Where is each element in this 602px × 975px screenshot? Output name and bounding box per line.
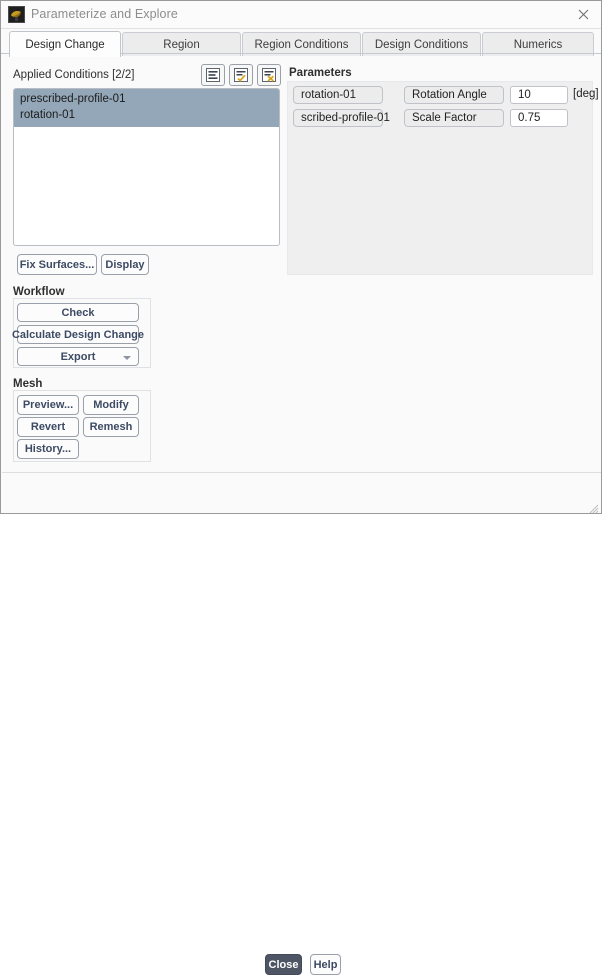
preview-button[interactable]: Preview... <box>17 395 79 415</box>
display-button[interactable]: Display <box>101 254 149 275</box>
deselect-list-icon[interactable] <box>257 64 281 86</box>
window-title: Parameterize and Explore <box>31 7 178 21</box>
modify-button[interactable]: Modify <box>83 395 139 415</box>
workflow-label: Workflow <box>13 286 65 298</box>
export-button-label: Export <box>60 350 96 363</box>
parameter-value-input[interactable]: 10 <box>510 86 568 104</box>
parameter-type-field[interactable]: Scale Factor <box>404 109 504 127</box>
resize-grip[interactable] <box>589 501 599 514</box>
parameters-label: Parameters <box>289 67 352 79</box>
footer-bar: Close Help <box>2 473 601 975</box>
revert-button[interactable]: Revert <box>17 417 79 437</box>
check-button[interactable]: Check <box>17 303 139 322</box>
applied-conditions-label: Applied Conditions [2/2] <box>13 69 135 81</box>
applied-conditions-list[interactable]: prescribed-profile-01 rotation-01 <box>13 88 280 246</box>
chevron-down-icon[interactable] <box>123 356 131 360</box>
parameter-unit-label: [deg] <box>573 88 599 100</box>
select-checked-list-icon[interactable] <box>229 64 253 86</box>
application-icon <box>8 6 25 23</box>
remesh-button[interactable]: Remesh <box>83 417 139 437</box>
parameter-type-field[interactable]: Rotation Angle <box>404 86 504 104</box>
tab-design-change[interactable]: Design Change <box>9 31 121 57</box>
calculate-design-change-button[interactable]: Calculate Design Change <box>12 325 144 344</box>
history-button[interactable]: History... <box>17 439 79 459</box>
parameterize-and-explore-dialog: Parameterize and Explore Design Change Re… <box>0 0 602 975</box>
parameter-name-field[interactable]: rotation-01 <box>293 86 383 104</box>
tab-bar: Design Change Region Region Conditions Desi… <box>1 29 601 57</box>
close-icon[interactable] <box>565 1 601 28</box>
applied-conditions-selection[interactable]: prescribed-profile-01 rotation-01 <box>14 89 279 127</box>
list-item[interactable]: prescribed-profile-01 <box>14 92 279 108</box>
help-button[interactable]: Help <box>310 954 341 975</box>
list-item[interactable]: rotation-01 <box>14 108 279 124</box>
close-button[interactable]: Close <box>265 954 302 975</box>
parameter-value-input[interactable]: 0.75 <box>510 109 568 127</box>
fix-surfaces-button[interactable]: Fix Surfaces... <box>17 254 97 275</box>
title-bar: Parameterize and Explore <box>1 1 601 29</box>
mesh-label: Mesh <box>13 378 43 390</box>
export-button[interactable]: Export <box>17 347 139 366</box>
parameter-name-field[interactable]: scribed-profile-01 <box>293 109 390 127</box>
select-all-list-icon[interactable] <box>201 64 225 86</box>
